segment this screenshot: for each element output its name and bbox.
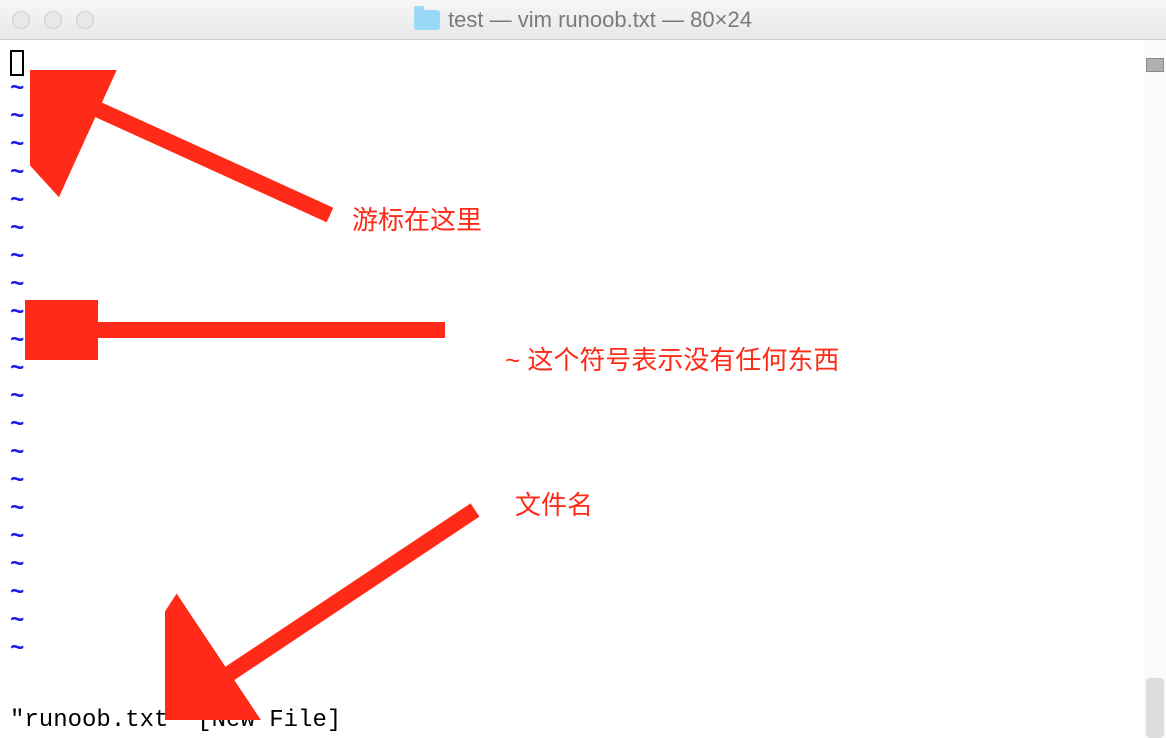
window-title-text: test — vim runoob.txt — 80×24 [448, 7, 752, 33]
tilde-line: ~ [10, 76, 1156, 104]
window-title: test — vim runoob.txt — 80×24 [414, 7, 752, 33]
tilde-line: ~ [10, 216, 1156, 244]
tilde-line: ~ [10, 356, 1156, 384]
minimize-icon[interactable] [44, 11, 62, 29]
tilde-line: ~ [10, 132, 1156, 160]
scrollbar-track[interactable] [1144, 40, 1166, 738]
tilde-line: ~ [10, 524, 1156, 552]
tilde-line: ~ [10, 328, 1156, 356]
terminal-body[interactable]: ~ ~ ~ ~ ~ ~ ~ ~ ~ ~ ~ ~ ~ ~ ~ ~ ~ ~ ~ ~ … [0, 40, 1166, 738]
close-icon[interactable] [12, 11, 30, 29]
tilde-line: ~ [10, 188, 1156, 216]
tilde-line: ~ [10, 272, 1156, 300]
window-titlebar: test — vim runoob.txt — 80×24 [0, 0, 1166, 40]
maximize-icon[interactable] [76, 11, 94, 29]
tilde-line: ~ [10, 468, 1156, 496]
tilde-line: ~ [10, 412, 1156, 440]
tilde-line: ~ [10, 636, 1156, 664]
tilde-line: ~ [10, 384, 1156, 412]
cursor-icon [10, 50, 24, 76]
scroll-marker-icon [1146, 58, 1164, 72]
cursor-line [10, 48, 1156, 76]
tilde-line: ~ [10, 160, 1156, 188]
tilde-line: ~ [10, 552, 1156, 580]
folder-icon [414, 10, 440, 30]
status-line: "runoob.txt" [New File] [10, 707, 341, 734]
tilde-line: ~ [10, 300, 1156, 328]
scrollbar-thumb[interactable] [1146, 678, 1164, 738]
tilde-line: ~ [10, 496, 1156, 524]
traffic-lights [12, 11, 94, 29]
tilde-line: ~ [10, 104, 1156, 132]
tilde-line: ~ [10, 580, 1156, 608]
tilde-line: ~ [10, 440, 1156, 468]
tilde-line: ~ [10, 244, 1156, 272]
tilde-line: ~ [10, 608, 1156, 636]
